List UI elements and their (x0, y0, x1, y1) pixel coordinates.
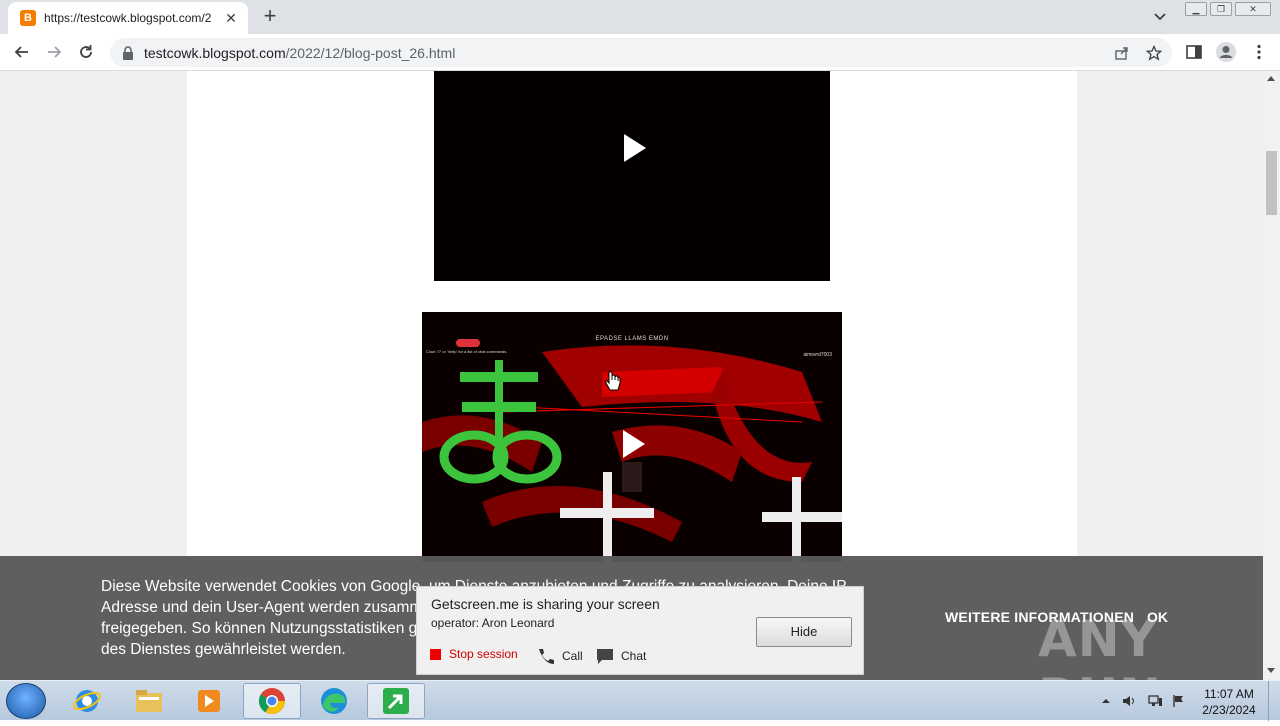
tab-title: https://testcowk.blogspot.com/2 (44, 11, 212, 25)
play-icon[interactable] (624, 134, 646, 162)
stop-session-label: Stop session (449, 647, 518, 661)
call-button[interactable]: Call (536, 647, 583, 665)
browser-tab[interactable]: B https://testcowk.blogspot.com/2 ✕ (8, 2, 248, 34)
close-window-button[interactable]: ✕ (1235, 2, 1271, 16)
media-player-icon[interactable] (180, 683, 238, 719)
chat-bubble-icon (597, 649, 613, 664)
scroll-up-arrow-icon[interactable] (1267, 76, 1275, 81)
tab-close-icon[interactable]: ✕ (222, 10, 240, 27)
internet-explorer-icon[interactable] (58, 683, 116, 719)
browser-toolbar: testcowk.blogspot.com/2022/12/blog-post_… (0, 34, 1280, 71)
operator-label: operator: Aron Leonard (431, 616, 555, 630)
reload-button[interactable] (74, 40, 98, 64)
video-player-2[interactable]: Clout '/?' or '/help' for a list of chat… (422, 312, 842, 562)
bookmark-star-icon[interactable] (1145, 44, 1163, 61)
show-desktop-button[interactable] (1268, 681, 1280, 721)
chrome-icon[interactable] (243, 683, 301, 719)
sharing-title: Getscreen.me is sharing your screen (431, 596, 660, 612)
tab-strip: B https://testcowk.blogspot.com/2 ✕ + ▁ … (0, 0, 1280, 34)
video-username: aimsvrd7003 (803, 352, 832, 358)
forward-arrow-icon (48, 46, 62, 58)
hand-cursor-icon (605, 371, 621, 391)
tray-overflow-chevron-up-icon[interactable] (1100, 694, 1114, 708)
video-title: EPADSE LLAMS EMDN (595, 336, 669, 342)
stop-session-button[interactable]: Stop session (430, 647, 518, 661)
minimize-button[interactable]: ▁ (1185, 2, 1207, 16)
volume-icon[interactable] (1122, 694, 1136, 708)
windows-taskbar: 11:07 AM 2/23/2024 (0, 680, 1280, 721)
forward-button[interactable] (42, 40, 66, 64)
browser-menu-kebab-icon[interactable] (1250, 43, 1268, 61)
profile-avatar-icon[interactable] (1215, 41, 1237, 63)
address-bar[interactable]: testcowk.blogspot.com/2022/12/blog-post_… (110, 38, 1172, 67)
screen-sharing-panel: Getscreen.me is sharing your screen oper… (416, 586, 864, 675)
back-button[interactable] (10, 40, 34, 64)
play-icon[interactable] (623, 430, 645, 458)
share-icon[interactable] (1114, 45, 1130, 61)
chat-button[interactable]: Chat (595, 647, 646, 665)
call-label: Call (562, 649, 583, 663)
network-icon[interactable] (1147, 694, 1162, 708)
phone-icon (539, 649, 554, 664)
edge-icon[interactable] (305, 683, 363, 719)
stop-square-icon (430, 648, 441, 660)
scroll-thumb[interactable] (1266, 151, 1277, 215)
lock-icon[interactable] (122, 45, 134, 60)
chat-command-note: Clout '/?' or '/help' for a list of chat… (426, 349, 508, 354)
hide-button[interactable]: Hide (756, 617, 852, 647)
url-host: testcowk.blogspot.com (144, 44, 286, 61)
tab-search-chevron-down-icon[interactable] (1150, 8, 1170, 26)
anyrun-agent-icon[interactable] (367, 683, 425, 719)
back-arrow-icon (14, 46, 28, 58)
start-button-windows-icon[interactable] (6, 683, 46, 719)
reload-icon (80, 45, 92, 58)
blogger-favicon-icon: B (20, 10, 36, 26)
system-clock[interactable]: 11:07 AM 2/23/2024 (1196, 686, 1262, 718)
side-panel-icon[interactable] (1185, 43, 1203, 61)
new-tab-button[interactable]: + (258, 5, 282, 29)
video-player-1[interactable] (434, 71, 830, 281)
restore-button[interactable]: ❐ (1210, 2, 1232, 16)
url-path: /2022/12/blog-post_26.html (285, 44, 456, 61)
action-center-flag-icon[interactable] (1172, 694, 1186, 708)
file-explorer-icon[interactable] (120, 683, 178, 719)
page-scrollbar[interactable] (1263, 71, 1280, 680)
clock-date: 2/23/2024 (1202, 703, 1256, 717)
clock-time: 11:07 AM (1204, 687, 1254, 701)
chat-label: Chat (621, 649, 647, 663)
